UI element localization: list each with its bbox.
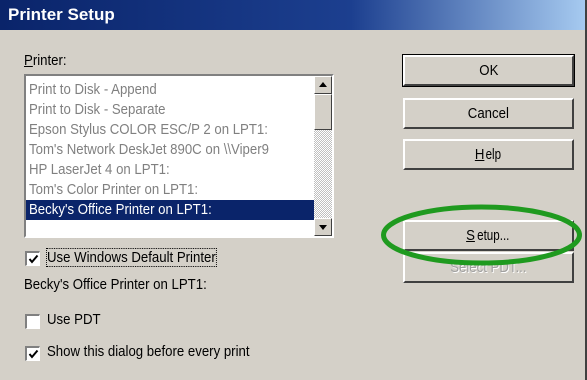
use-pdt-label[interactable]: Use PDT [47,311,101,328]
list-item[interactable]: Print to Disk - Separate [26,100,314,120]
use-pdt-checkbox[interactable] [25,314,40,329]
printer-listbox[interactable]: Print to Disk - Append Print to Disk - S… [24,74,334,238]
current-printer-text: Becky's Office Printer on LPT1: [24,276,207,293]
list-item-selected[interactable]: Becky's Office Printer on LPT1: [26,200,314,220]
arrow-down-icon [319,225,327,230]
check-icon [28,254,39,264]
list-item[interactable]: Epson Stylus COLOR ESC/P 2 on LPT1: [26,120,314,140]
cancel-button[interactable]: Cancel [403,98,574,129]
printer-label: Printer: [24,52,67,69]
show-dialog-checkbox[interactable] [25,346,40,361]
highlight-ellipse [381,204,582,266]
scroll-track[interactable] [314,130,332,218]
help-button[interactable]: Help [403,139,574,170]
list-item[interactable]: Print to Disk - Append [26,80,314,100]
list-item[interactable]: Tom's Network DeskJet 890C on \\Viper9 [26,140,314,160]
check-icon [28,349,39,359]
window-title: Printer Setup [8,5,115,24]
ok-button[interactable]: OK [402,54,575,87]
use-windows-default-checkbox[interactable] [25,251,40,266]
scroll-thumb[interactable] [314,94,332,130]
printer-setup-dialog: Printer Setup Printer: Print to Disk - A… [0,0,587,380]
title-bar: Printer Setup [0,0,585,30]
use-windows-default-label[interactable]: Use Windows Default Printer [46,248,217,267]
show-dialog-label[interactable]: Show this dialog before every print [47,343,250,360]
scroll-up-button[interactable] [314,76,332,94]
listbox-scrollbar[interactable] [314,76,332,236]
list-item[interactable]: HP LaserJet 4 on LPT1: [26,160,314,180]
list-item[interactable]: Tom's Color Printer on LPT1: [26,180,314,200]
scroll-down-button[interactable] [314,218,332,236]
arrow-up-icon [319,82,327,87]
